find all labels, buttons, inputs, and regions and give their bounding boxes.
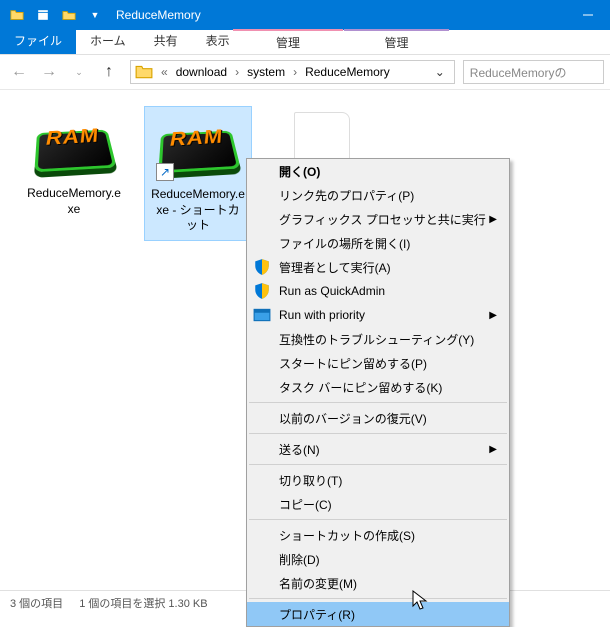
menu-separator	[249, 598, 507, 599]
breadcrumb-item[interactable]: download	[174, 65, 229, 79]
properties-qat-icon[interactable]	[32, 4, 54, 26]
menu-run-quickadmin[interactable]: Run as QuickAdmin	[247, 279, 509, 303]
nav-back[interactable]: ←	[6, 59, 32, 85]
menu-compatibility[interactable]: 互換性のトラブルシューティング(Y)	[247, 327, 509, 351]
menu-run-priority[interactable]: Run with priority▶	[247, 303, 509, 327]
tab-home[interactable]: ホーム	[76, 29, 140, 54]
window-icon	[253, 306, 271, 324]
file-item-exe[interactable]: RAM ReduceMemory.exe	[20, 106, 128, 223]
search-input[interactable]: ReduceMemoryの	[463, 60, 604, 84]
tab-manage-shortcut[interactable]: 管理	[233, 29, 343, 54]
menu-copy[interactable]: コピー(C)	[247, 492, 509, 516]
file-item-shortcut[interactable]: RAM ↗ ReduceMemory.exe - ショートカット	[144, 106, 252, 241]
menu-gfx-processor[interactable]: グラフィックス プロセッサと共に実行▶	[247, 207, 509, 231]
cursor-icon	[412, 590, 430, 612]
breadcrumb-dropdown[interactable]: ⌄	[430, 65, 450, 79]
chevron-icon[interactable]: ›	[229, 65, 245, 79]
folder-icon	[135, 63, 153, 81]
chevron-icon[interactable]: ›	[287, 65, 303, 79]
menu-rename[interactable]: 名前の変更(M)	[247, 571, 509, 595]
menu-create-shortcut[interactable]: ショートカットの作成(S)	[247, 523, 509, 547]
folder-icon	[6, 4, 28, 26]
tab-manage-app[interactable]: 管理	[344, 29, 449, 54]
shield-icon	[253, 258, 271, 276]
shield-icon	[253, 282, 271, 300]
context-menu: 開く(O) リンク先のプロパティ(P) グラフィックス プロセッサと共に実行▶ …	[246, 158, 510, 627]
menu-separator	[249, 464, 507, 465]
menu-open-file-location[interactable]: ファイルの場所を開く(I)	[247, 231, 509, 255]
nav-up[interactable]: ↑	[96, 59, 122, 85]
menu-separator	[249, 433, 507, 434]
shortcut-arrow-icon: ↗	[156, 163, 174, 181]
breadcrumb-item[interactable]: ReduceMemory	[303, 65, 392, 79]
menu-run-as-admin[interactable]: 管理者として実行(A)	[247, 255, 509, 279]
ram-icon: RAM	[32, 112, 116, 180]
menu-send-to[interactable]: 送る(N)▶	[247, 437, 509, 461]
nav-bar: ← → ⌄ ↑ « download › system › ReduceMemo…	[0, 55, 610, 90]
menu-delete[interactable]: 削除(D)	[247, 547, 509, 571]
nav-forward: →	[36, 59, 62, 85]
breadcrumb-item[interactable]: system	[245, 65, 287, 79]
qat-dropdown-icon[interactable]: ▼	[84, 4, 106, 26]
window-title: ReduceMemory	[106, 8, 211, 22]
tab-share[interactable]: 共有	[140, 29, 192, 54]
chevron-right-icon: ▶	[489, 214, 497, 225]
new-folder-qat-icon[interactable]	[58, 4, 80, 26]
ram-icon: RAM ↗	[156, 113, 240, 181]
nav-recent-dropdown[interactable]: ⌄	[66, 59, 92, 85]
chevron-icon[interactable]: «	[155, 65, 174, 79]
menu-properties[interactable]: プロパティ(R)	[247, 602, 509, 626]
menu-separator	[249, 402, 507, 403]
chevron-right-icon: ▶	[489, 444, 497, 455]
menu-link-properties[interactable]: リンク先のプロパティ(P)	[247, 183, 509, 207]
ribbon-tabs: ファイル ホーム 共有 表示 管理 管理	[0, 30, 610, 55]
chevron-right-icon: ▶	[489, 310, 497, 321]
menu-pin-start[interactable]: スタートにピン留めする(P)	[247, 351, 509, 375]
tab-file[interactable]: ファイル	[0, 29, 76, 54]
menu-restore-versions[interactable]: 以前のバージョンの復元(V)	[247, 406, 509, 430]
breadcrumb[interactable]: « download › system › ReduceMemory ⌄	[130, 60, 455, 84]
status-item-count: 3 個の項目	[10, 595, 63, 611]
status-selection: 1 個の項目を選択 1.30 KB	[79, 595, 207, 611]
menu-cut[interactable]: 切り取り(T)	[247, 468, 509, 492]
titlebar: ▼ ReduceMemory ショートカット ツール アプリケーション ツール	[0, 0, 610, 30]
menu-pin-taskbar[interactable]: タスク バーにピン留めする(K)	[247, 375, 509, 399]
minimize-button[interactable]	[565, 0, 610, 30]
menu-separator	[249, 519, 507, 520]
menu-open[interactable]: 開く(O)	[247, 159, 509, 183]
